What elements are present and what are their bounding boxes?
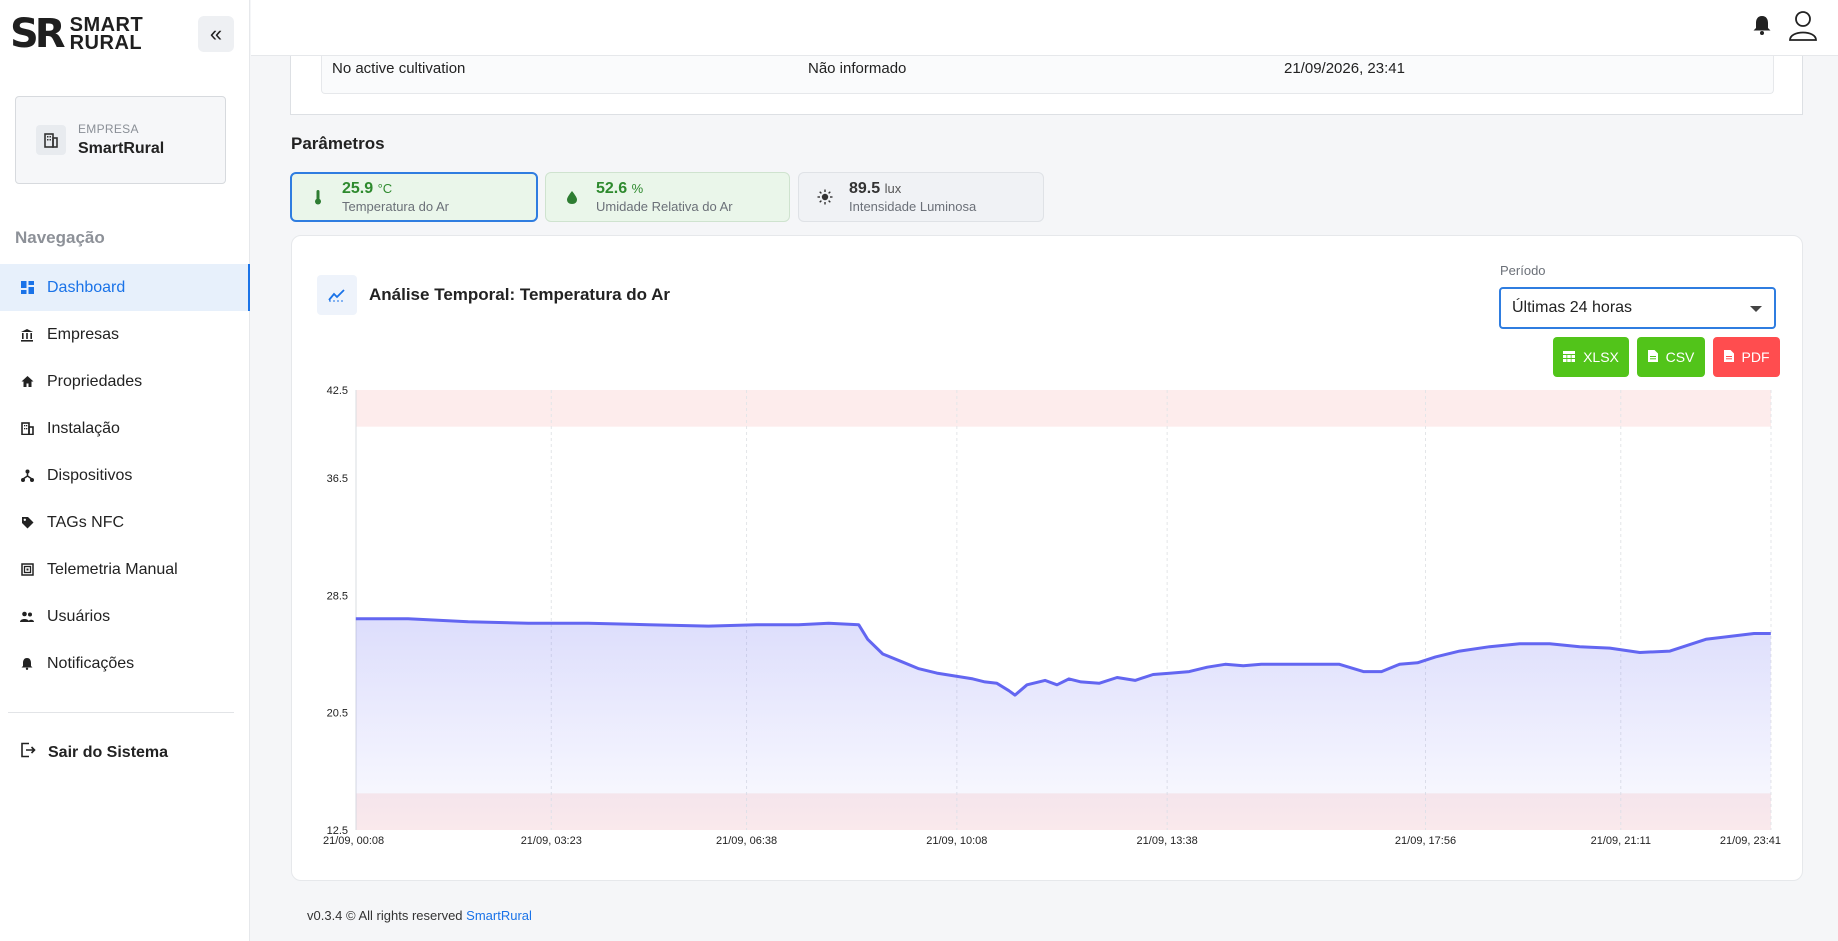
company-selector[interactable]: EMPRESA SmartRural (15, 96, 226, 184)
home-icon (20, 375, 34, 389)
building-icon (20, 422, 34, 436)
bank-icon (20, 328, 34, 342)
sidebar-item-label: Propriedades (47, 372, 143, 390)
company-building-icon (36, 125, 66, 155)
logo-text: SMART RURAL (69, 15, 144, 54)
sidebar: SR SMART RURAL « EMPRESA SmartRural Nave… (0, 0, 250, 941)
telemetry-icon (20, 563, 34, 577)
notifications-bell-icon[interactable] (1752, 14, 1772, 41)
users-icon (20, 610, 34, 624)
logout-label: Sair do Sistema (48, 743, 169, 761)
x-tick-label: 21/09, 17:56 (1395, 835, 1456, 847)
param-value: 25.9 (342, 180, 374, 197)
x-tick-label: 21/09, 03:23 (521, 835, 582, 847)
cultivation-info: Não informado (808, 60, 907, 77)
top-bar (251, 0, 1838, 56)
collapse-sidebar-button[interactable]: « (198, 16, 234, 52)
y-tick-label: 20.5 (327, 708, 348, 720)
cultivation-row: No active cultivation Não informado 21/0… (321, 56, 1774, 94)
param-card-humidity[interactable]: 52.6 % Umidade Relativa do Ar (545, 172, 790, 222)
param-unit: °C (377, 181, 393, 196)
nav-title: Navegação (15, 228, 105, 247)
footer-text: v0.3.4 © All rights reserved (307, 908, 463, 923)
cultivation-panel: No active cultivation Não informado 21/0… (290, 56, 1803, 115)
parameters-title: Parâmetros (291, 134, 385, 153)
y-tick-label: 28.5 (327, 590, 348, 602)
logo-mark: SR (10, 11, 66, 57)
y-tick-label: 42.5 (327, 385, 348, 397)
sun-icon (817, 189, 833, 205)
param-label: Umidade Relativa do Ar (596, 199, 733, 214)
temperature-chart: 42.536.528.520.512.5 21/09, 00:08 21/09, … (323, 385, 1781, 847)
x-tick-label: 21/09, 10:08 (926, 835, 987, 847)
logo-line-2: RURAL (69, 32, 143, 54)
drop-icon (564, 190, 580, 205)
sidebar-item-notificacoes[interactable]: Notificações (0, 640, 250, 687)
x-tick-label: 21/09, 21:11 (1591, 835, 1651, 847)
sidebar-item-usuarios[interactable]: Usuários (0, 593, 250, 640)
chart-card: Análise Temporal: Temperatura do Ar Perí… (291, 235, 1803, 881)
sidebar-item-label: Instalação (47, 419, 120, 437)
param-unit: lux (884, 181, 902, 196)
tag-icon (20, 516, 34, 530)
param-card-light[interactable]: 89.5 lux Intensidade Luminosa (798, 172, 1044, 222)
param-label: Intensidade Luminosa (849, 199, 977, 214)
param-value: 89.5 (849, 180, 881, 197)
cultivation-date: 21/09/2026, 23:41 (1284, 60, 1405, 77)
dashboard-icon (20, 281, 34, 295)
param-label: Temperatura do Ar (342, 199, 449, 214)
param-unit: % (631, 181, 644, 196)
sidebar-item-empresas[interactable]: Empresas (0, 311, 250, 358)
sidebar-item-label: Empresas (47, 325, 120, 343)
sidebar-item-label: TAGs NFC (47, 513, 125, 531)
sidebar-item-label: Telemetria Manual (47, 560, 178, 578)
user-avatar-icon[interactable] (1788, 8, 1818, 47)
alert-band (356, 390, 1771, 427)
logout-icon (20, 742, 36, 763)
x-tick-label: 21/09, 23:41 (1720, 835, 1781, 847)
x-tick-label: 21/09, 06:38 (716, 835, 777, 847)
x-tick-label: 21/09, 13:38 (1137, 835, 1198, 847)
sidebar-item-label: Notificações (47, 654, 135, 672)
sidebar-item-tags-nfc[interactable]: TAGs NFC (0, 499, 250, 546)
sidebar-item-label: Dashboard (47, 278, 126, 296)
sidebar-item-dashboard[interactable]: Dashboard (0, 264, 250, 311)
x-tick-label: 21/09, 00:08 (323, 835, 384, 847)
param-value: 52.6 (596, 180, 628, 197)
sidebar-item-label: Dispositivos (47, 466, 133, 484)
sidebar-item-dispositivos[interactable]: Dispositivos (0, 452, 250, 499)
series-area (355, 618, 1771, 830)
param-card-temperature[interactable]: 25.9 °C Temperatura do Ar (290, 172, 538, 222)
sidebar-nav: Dashboard Empresas Propriedades Instalaç… (0, 264, 250, 687)
double-chevron-left-icon: « (209, 21, 223, 46)
y-tick-label: 36.5 (327, 473, 348, 485)
sidebar-item-telemetria-manual[interactable]: Telemetria Manual (0, 546, 250, 593)
nav-divider (8, 712, 234, 713)
sidebar-item-instalacao[interactable]: Instalação (0, 405, 250, 452)
sidebar-item-propriedades[interactable]: Propriedades (0, 358, 250, 405)
logout-button[interactable]: Sair do Sistema (20, 742, 168, 763)
footer-link[interactable]: SmartRural (466, 908, 532, 923)
bell-icon (20, 657, 34, 671)
company-label: EMPRESA (78, 122, 139, 136)
footer: v0.3.4 © All rights reserved SmartRural (307, 908, 532, 923)
thermometer-icon (310, 189, 326, 205)
cultivation-name: No active cultivation (332, 60, 466, 77)
network-icon (20, 469, 34, 483)
sidebar-item-label: Usuários (47, 607, 111, 625)
company-name: SmartRural (78, 140, 165, 157)
